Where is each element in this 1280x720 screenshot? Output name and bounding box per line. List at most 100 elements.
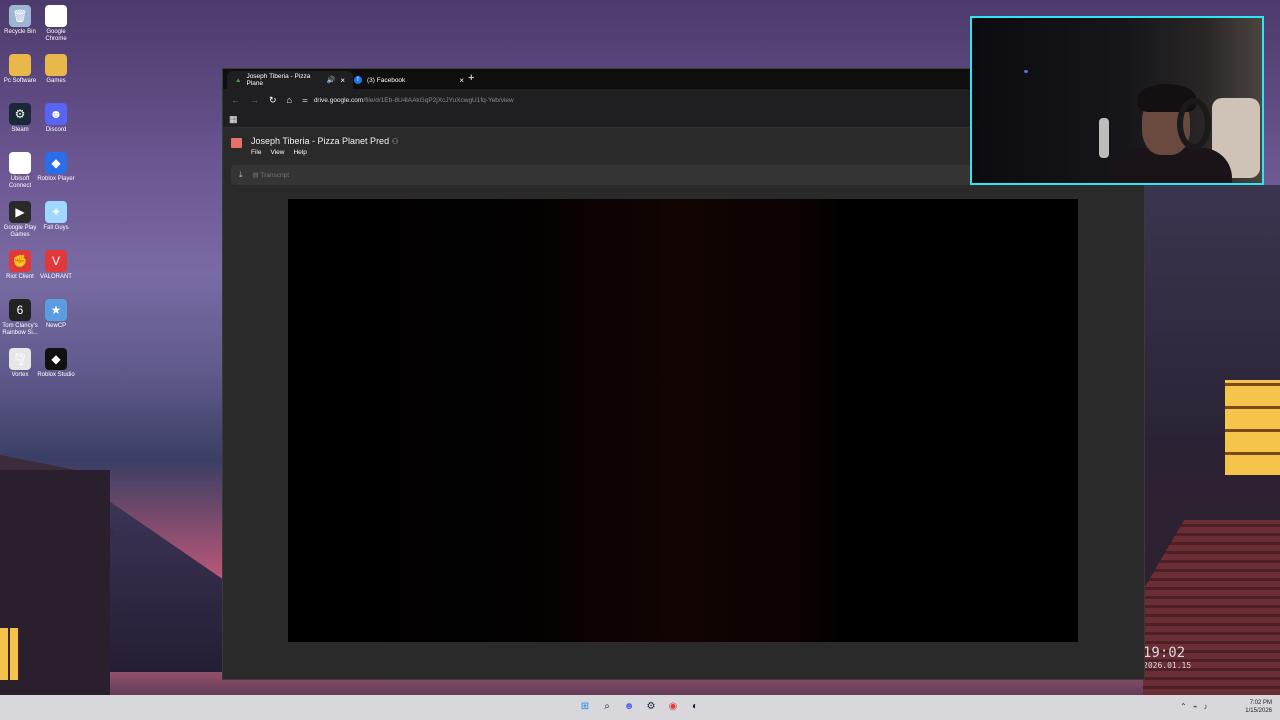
desktop-icon-label: Tom Clancy's Rainbow Si... <box>2 323 38 336</box>
volume-icon[interactable]: ♪ <box>1204 702 1208 711</box>
wallpaper-window-right <box>1225 380 1280 475</box>
download-icon[interactable]: ⤓ <box>239 170 243 180</box>
desktop-icon-chrome[interactable]: ◉ Google Chrome <box>36 5 76 43</box>
webcam-light <box>1024 70 1028 73</box>
site-settings-icon[interactable]: ⚌ <box>302 96 308 104</box>
menu-file[interactable]: File <box>251 149 261 156</box>
desktop-icon-newcp[interactable]: ★ NewCP <box>36 299 76 330</box>
desktop-icon-roblox-studio[interactable]: ◆ Roblox Studio <box>36 348 76 379</box>
apps-grid-icon[interactable]: ▦ <box>229 114 238 125</box>
network-icon[interactable]: ⌁ <box>1193 702 1198 711</box>
desktop-icon-recycle-bin[interactable]: 🗑 Recycle Bin <box>0 5 40 36</box>
valorant-icon: V <box>45 250 67 272</box>
menu-help[interactable]: Help <box>293 149 306 156</box>
desktop-icon-label: Fall Guys <box>43 225 69 231</box>
video-player[interactable] <box>288 199 1078 642</box>
back-arrow-icon[interactable]: ← <box>231 95 240 105</box>
video-file-icon <box>231 138 242 148</box>
desktop-icon-label: Steam <box>11 127 29 133</box>
tab-drive[interactable]: ▲ Joseph Tiberia - Pizza Plane 🔊 × <box>227 71 353 89</box>
desktop-icon-label: Riot Client <box>6 274 34 280</box>
desktop-icon-rainbow-six[interactable]: 6 Tom Clancy's Rainbow Si... <box>0 299 40 337</box>
desktop-icon-label: Recycle Bin <box>4 29 36 35</box>
taskbar-time: 7:02 PM <box>1249 700 1272 706</box>
url-path: /file/d/1Eb-8U4lAAkGqP2jXcJYuXcwgU1fq-Ye… <box>363 96 514 104</box>
microphone <box>1099 118 1109 158</box>
folder-icon <box>9 54 31 76</box>
desktop-icon-fall-guys[interactable]: ✦ Fall Guys <box>36 201 76 232</box>
desktop-icon-google-play[interactable]: ▶ Google Play Games <box>0 201 40 239</box>
taskbar-clock[interactable]: 7:02 PM 1/15/2026 <box>1236 699 1272 715</box>
newcp-icon: ★ <box>45 299 67 321</box>
address-bar[interactable]: ⚌ drive.google.com/file/d/1Eb-8U4lAAkGqP… <box>302 96 514 105</box>
shared-icon: ⚇ <box>391 137 399 146</box>
desktop-clock-widget: 19:02 2026.01.15 <box>1143 645 1191 670</box>
desktop-icon-ubisoft[interactable]: ◎ Ubisoft Connect <box>0 152 40 190</box>
facebook-icon: f <box>354 76 362 84</box>
new-tab-button[interactable]: + <box>468 72 474 84</box>
desktop-icon-valorant[interactable]: V VALORANT <box>36 250 76 281</box>
roblox-studio-icon: ◆ <box>45 348 67 370</box>
windows-start-icon[interactable]: ⊞ <box>578 699 592 713</box>
url-host: drive.google.com <box>313 96 364 104</box>
drive-icon: ▲ <box>235 76 242 84</box>
widget-date: 2026.01.15 <box>1143 661 1192 670</box>
taskbar-date: 1/15/2026 <box>1245 708 1272 714</box>
rainbow-six-icon: 6 <box>9 299 31 321</box>
fall-guys-icon: ✦ <box>45 201 67 223</box>
forward-arrow-icon[interactable]: → <box>250 95 259 105</box>
reload-icon[interactable]: ↻ <box>269 95 277 106</box>
desktop-icon-discord[interactable]: ☻ Discord <box>36 103 76 134</box>
file-title: Joseph Tiberia - Pizza Planet Pred ⚇ <box>251 136 399 146</box>
steam-icon[interactable]: ⚙ <box>644 699 658 713</box>
desktop-icon-riot[interactable]: ✊ Riot Client <box>0 250 40 281</box>
system-tray: ⌃ ⌁ ♪ <box>1180 702 1208 711</box>
webcam-overlay <box>970 16 1264 185</box>
discord-icon[interactable]: ☻ <box>622 699 636 713</box>
obs-icon[interactable]: ◐ <box>688 699 702 713</box>
riot-icon: ✊ <box>9 250 31 272</box>
speaker-icon[interactable]: 🔊 <box>327 76 336 84</box>
desktop-icon-roblox[interactable]: ◆ Roblox Player <box>36 152 76 183</box>
menu-view[interactable]: View <box>270 149 284 156</box>
desktop-icon-label: Ubisoft Connect <box>8 176 32 189</box>
transcript-button[interactable]: ▤ Transcript <box>253 171 290 179</box>
desktop-icon-label: NewCP <box>45 323 67 329</box>
chrome-icon: ◉ <box>45 5 67 27</box>
vortex-icon: 🌪 <box>9 348 31 370</box>
google-play-icon: ▶ <box>9 201 31 223</box>
recycle-bin-icon: 🗑 <box>9 5 31 27</box>
desktop-icon-label: Roblox Player <box>37 176 75 182</box>
headphones <box>1177 98 1211 150</box>
tab-facebook[interactable]: f (3) Facebook × <box>346 71 472 89</box>
widget-time: 19:02 <box>1143 645 1186 661</box>
drive-menubar: File View Help <box>251 149 307 156</box>
desktop-icon-label: Discord <box>45 127 67 133</box>
desktop-icon-folder[interactable]: Games <box>36 54 76 85</box>
desktop-icon-folder[interactable]: Pc Software <box>0 54 40 85</box>
desktop-icon-label: Vortex <box>11 372 29 378</box>
desktop-icon-label: Google Play Games <box>3 225 37 238</box>
taskbar: ⊞ ⌕ ☻ ⚙ ◉ ◐ ⌃ ⌁ ♪ 7:02 PM 1/15/2026 <box>0 695 1280 720</box>
folder-icon <box>45 54 67 76</box>
wallpaper-window-left <box>0 628 20 680</box>
close-tab-icon[interactable]: × <box>459 76 464 85</box>
ubisoft-icon: ◎ <box>9 152 31 174</box>
chevron-up-icon[interactable]: ⌃ <box>1180 702 1187 711</box>
close-tab-icon[interactable]: × <box>340 76 345 85</box>
file-title-text: Joseph Tiberia - Pizza Planet Pred <box>251 136 390 146</box>
steam-icon: ⚙ <box>9 103 31 125</box>
discord-icon: ☻ <box>45 103 67 125</box>
desktop-icon-label: Pc Software <box>3 78 37 84</box>
home-icon[interactable]: ⌂ <box>287 95 292 105</box>
transcript-label: Transcript <box>260 172 290 179</box>
search-icon[interactable]: ⌕ <box>600 699 614 713</box>
desktop-icon-steam[interactable]: ⚙ Steam <box>0 103 40 134</box>
desktop-icon-vortex[interactable]: 🌪 Vortex <box>0 348 40 379</box>
desktop-icon-label: Roblox Studio <box>37 372 75 378</box>
desktop-icon-label: Games <box>46 78 66 84</box>
desktop-icon-label: VALORANT <box>40 274 72 280</box>
chrome-icon[interactable]: ◉ <box>666 699 680 713</box>
taskbar-apps: ⊞ ⌕ ☻ ⚙ ◉ ◐ <box>578 699 702 713</box>
desktop-icon-label: Google Chrome <box>45 29 67 42</box>
